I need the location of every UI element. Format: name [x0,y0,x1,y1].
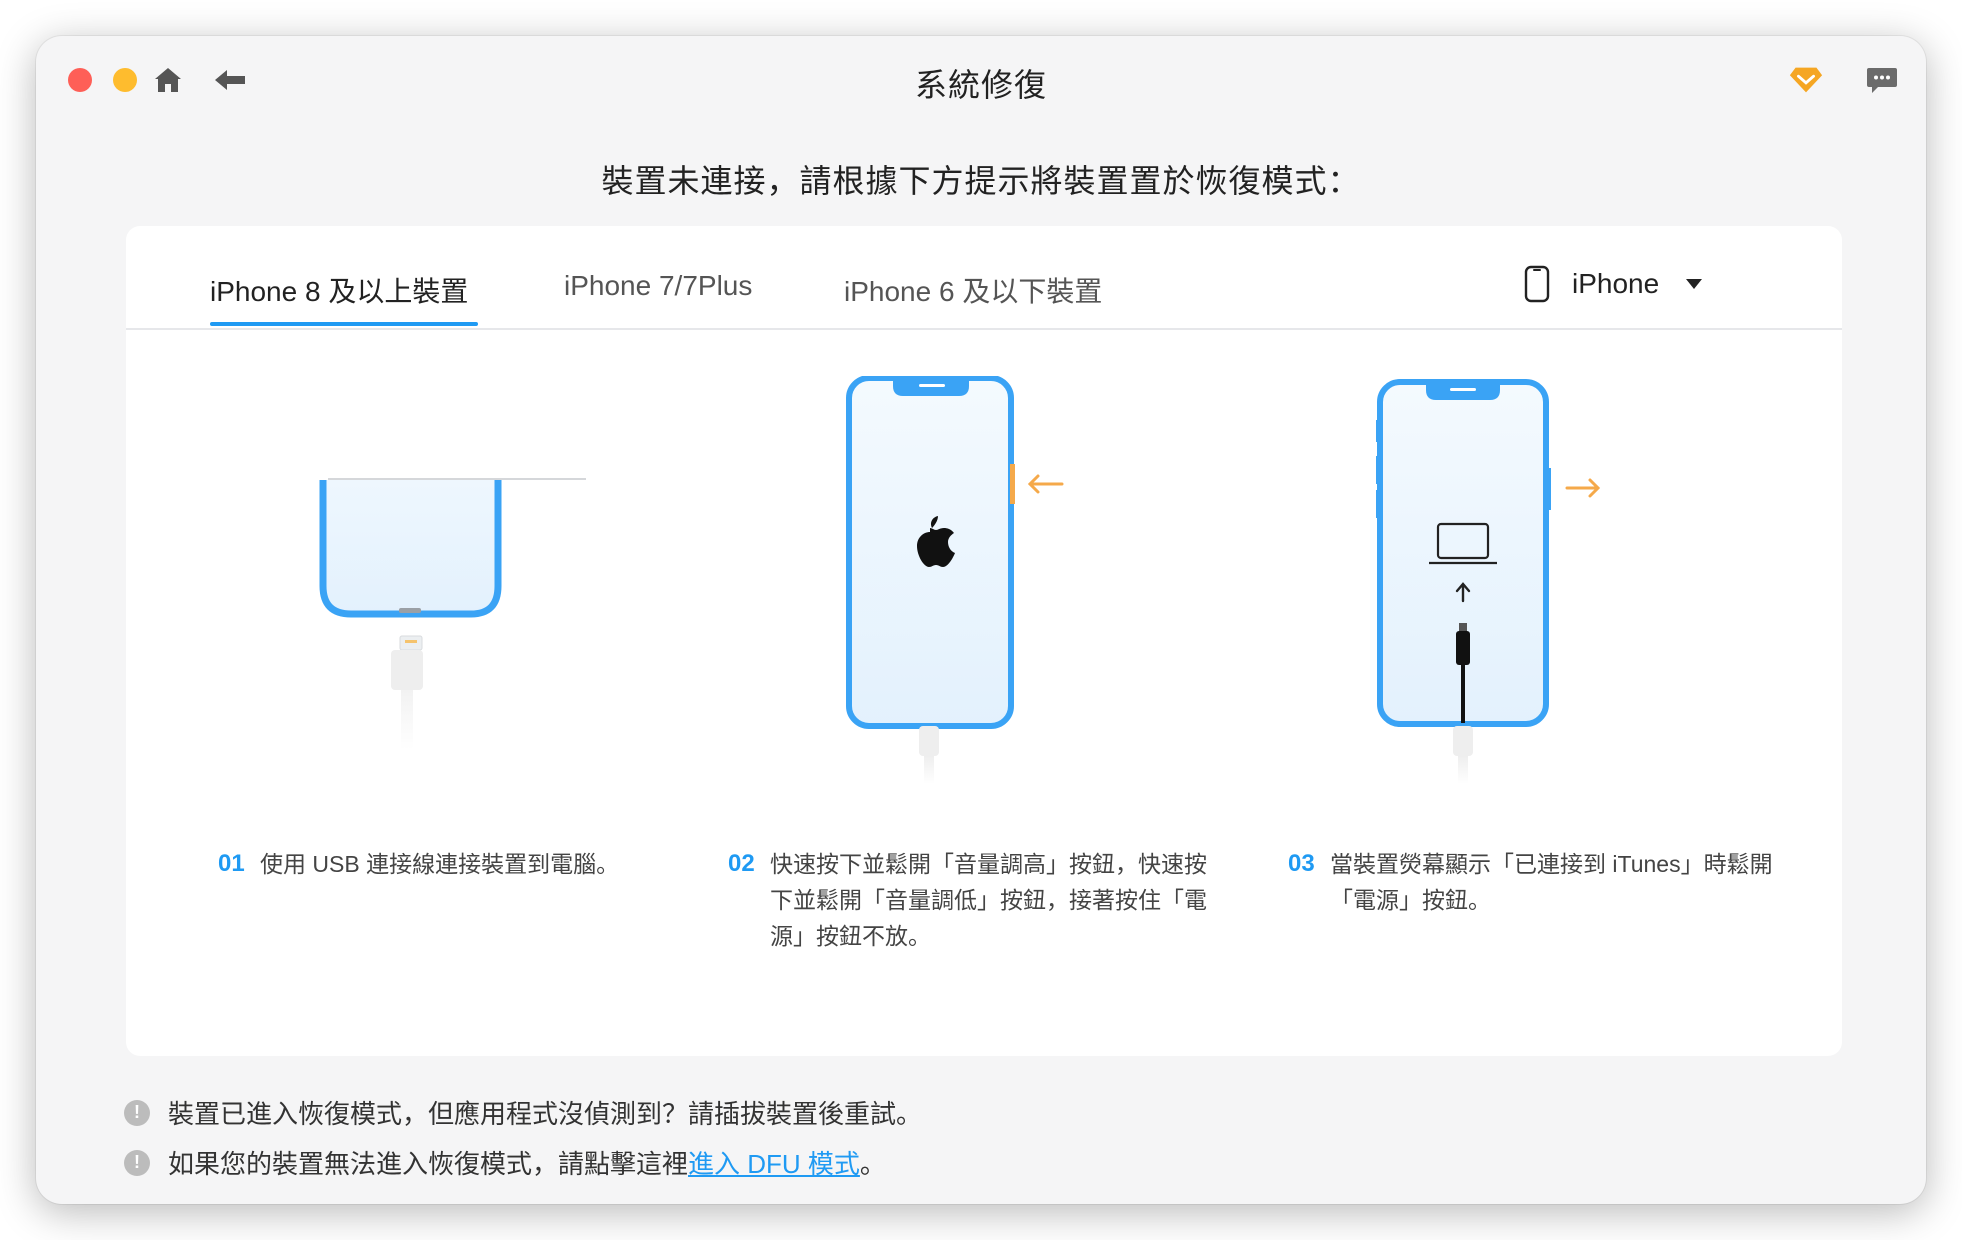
tab-iphone7[interactable]: iPhone 7/7Plus [564,270,752,302]
step-number: 01 [218,850,245,877]
step-description: 使用 USB 連接線連接裝置到電腦。 [260,846,619,882]
instruction-heading: 裝置未連接，請根據下方提示將裝置置於恢復模式： [601,163,1361,199]
instruction-card: iPhone 8 及以上裝置 iPhone 7/7Plus iPhone 6 及… [126,226,1842,1056]
step-line: 快速按下並鬆開「音量調高」按鈕，快速按 [770,851,1207,877]
step-description: 快速按下並鬆開「音量調高」按鈕，快速按 下並鬆開「音量調低」按鈕，接著按住「電 … [770,846,1207,954]
device-tabs: iPhone 8 及以上裝置 iPhone 7/7Plus iPhone 6 及… [126,226,1842,330]
step-line: 「電源」按鈕。 [1330,887,1491,913]
feedback-chat-icon[interactable] [1864,62,1900,98]
dropdown-caret-icon [1685,278,1703,290]
active-tab-indicator [210,322,478,326]
tab-iphone6-and-below[interactable]: iPhone 6 及以下裝置 [844,270,1102,310]
info-icon: ! [124,1099,150,1126]
note-text-suffix: 。 [859,1149,886,1179]
step-number: 02 [728,850,755,877]
device-type-value: iPhone [1572,268,1660,299]
step-line: 使用 USB 連接線連接裝置到電腦。 [260,851,620,877]
title-bar: 系統修復 [36,36,1926,128]
note-dfu-mode: ! 如果您的裝置無法進入恢復模式，請點擊這裡 進入 DFU 模式。 [124,1144,886,1181]
step-description: 當裝置熒幕顯示「已連接到 iTunes」時鬆開 「電源」按鈕。 [1330,846,1773,918]
note-text: 裝置已進入恢復模式，但應用程式沒偵測到？請插拔裝置後重試。 [168,1099,923,1129]
info-icon: ! [124,1149,150,1176]
tab-iphone8-and-above[interactable]: iPhone 8 及以上裝置 [210,270,468,310]
enter-dfu-mode-link[interactable]: 進入 DFU 模式 [688,1144,860,1181]
app-window: 系統修復 裝置未連接，請根據下方提示將裝置置於恢復模式： iPhone 8 及以… [36,36,1926,1204]
device-type-dropdown[interactable]: iPhone [1524,262,1703,306]
step-line: 下並鬆開「音量調低」按鈕，接著按住「電 [770,887,1207,913]
note-text: 如果您的裝置無法進入恢復模式，請點擊這裡 [168,1149,689,1179]
iphone-icon [1524,265,1550,303]
window-title: 系統修復 [914,67,1047,103]
illustration-button-sequence [846,376,1106,796]
step-line: 當裝置熒幕顯示「已連接到 iTunes」時鬆開 [1330,851,1773,877]
step-number: 03 [1288,850,1315,877]
illustration-itunes-connected [1376,376,1636,796]
premium-diamond-icon[interactable] [1788,62,1824,98]
note-recovery-not-detected: ! 裝置已進入恢復模式，但應用程式沒偵測到？請插拔裝置後重試。 [124,1094,922,1131]
step-line: 源」按鈕不放。 [770,923,931,949]
illustration-connect-usb [286,446,586,826]
